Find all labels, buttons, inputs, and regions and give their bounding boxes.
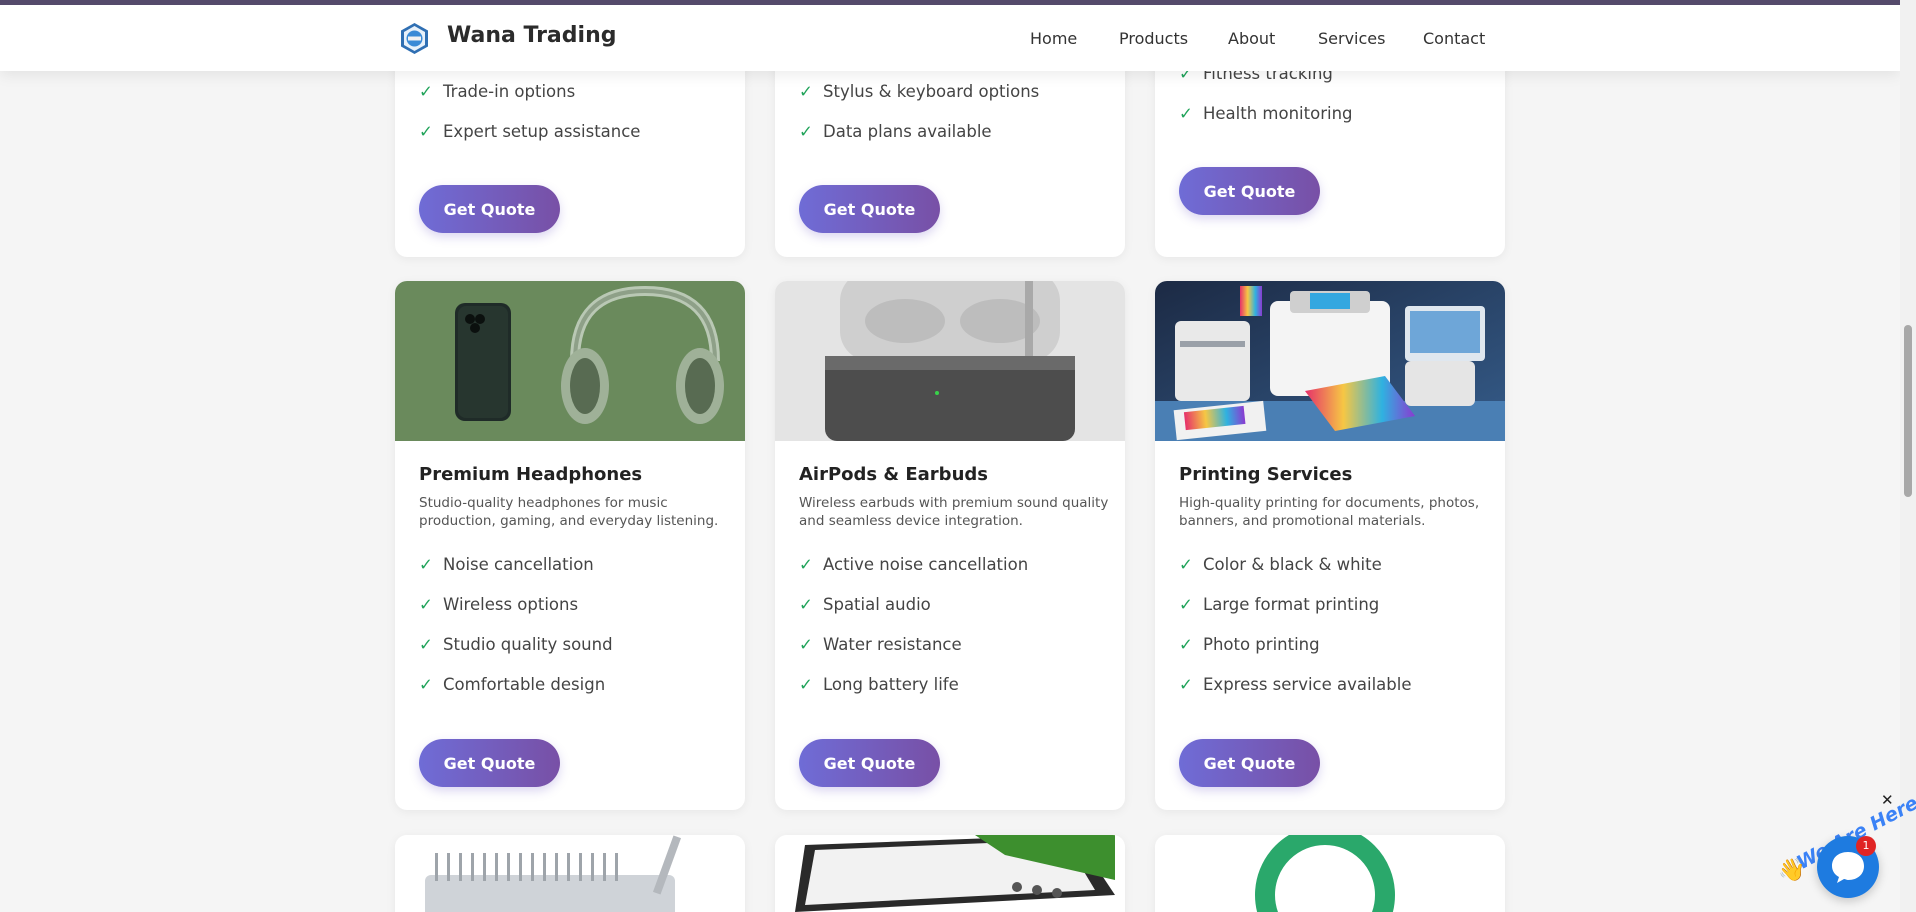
check-icon: ✓ (799, 595, 813, 614)
feature-item: ✓ Health monitoring (1179, 104, 1353, 123)
brand-name[interactable]: Wana Trading (447, 23, 616, 48)
feature-item: ✓ Long battery life (799, 675, 959, 694)
card-description: Studio-quality headphones for music prod… (419, 495, 719, 529)
feature-item: ✓ Wireless options (419, 595, 579, 614)
get-quote-button[interactable]: Get Quote (419, 185, 560, 233)
check-icon: ✓ (799, 555, 813, 574)
headphones-image (395, 281, 745, 441)
check-icon: ✓ (1179, 635, 1193, 654)
card-title: Premium Headphones (419, 464, 643, 485)
check-icon: ✓ (419, 122, 433, 141)
feature-item: ✓ Data plans available (799, 122, 992, 141)
product-card-binding (395, 835, 745, 912)
ring-graphic-image (1155, 835, 1505, 912)
check-icon: ✓ (1179, 555, 1193, 574)
get-quote-button[interactable]: Get Quote (1179, 739, 1320, 787)
product-card-printing: Printing Services High-quality printing … (1155, 281, 1505, 810)
product-card-other (1155, 835, 1505, 912)
feature-item: ✓ Color & black & white (1179, 555, 1382, 574)
card-title: AirPods & Earbuds (799, 464, 988, 485)
page-scrollbar[interactable] (1900, 0, 1916, 912)
feature-item: ✓ Water resistance (799, 635, 962, 654)
nav-about[interactable]: About (1228, 29, 1275, 48)
feature-item: ✓ Expert setup assistance (419, 122, 641, 141)
feature-item: ✓ Active noise cancellation (799, 555, 1029, 574)
check-icon: ✓ (1179, 104, 1193, 123)
binding-machine-image (395, 835, 745, 912)
nav-contact[interactable]: Contact (1423, 29, 1485, 48)
check-icon: ✓ (1179, 675, 1193, 694)
get-quote-button[interactable]: Get Quote (799, 185, 940, 233)
product-card-airpods: AirPods & Earbuds Wireless earbuds with … (775, 281, 1125, 810)
get-quote-button[interactable]: Get Quote (799, 739, 940, 787)
scrollbar-thumb[interactable] (1904, 325, 1912, 497)
laminator-image (775, 835, 1125, 912)
nav-products[interactable]: Products (1119, 29, 1188, 48)
check-icon: ✓ (419, 595, 433, 614)
site-header: Wana Trading Home Products About Service… (0, 5, 1900, 71)
product-card-laminator (775, 835, 1125, 912)
nav-home[interactable]: Home (1030, 29, 1077, 48)
chat-notification-badge: 1 (1856, 836, 1876, 856)
card-description: High-quality printing for documents, pho… (1179, 495, 1480, 529)
feature-item: ✓ Trade-in options (419, 82, 576, 101)
feature-item: ✓ Noise cancellation (419, 555, 594, 574)
feature-item: ✓ Photo printing (1179, 635, 1320, 654)
check-icon: ✓ (799, 675, 813, 694)
nav-services[interactable]: Services (1318, 29, 1385, 48)
feature-item: ✓ Spatial audio (799, 595, 931, 614)
check-icon: ✓ (799, 635, 813, 654)
check-icon: ✓ (419, 82, 433, 101)
printing-image (1155, 281, 1505, 441)
waving-hand-icon: 👋 (1778, 858, 1806, 883)
get-quote-button[interactable]: Get Quote (419, 739, 560, 787)
card-title: Printing Services (1179, 464, 1353, 485)
check-icon: ✓ (1179, 595, 1193, 614)
check-icon: ✓ (419, 635, 433, 654)
check-icon: ✓ (799, 82, 813, 101)
check-icon: ✓ (419, 555, 433, 574)
feature-item: ✓ Stylus & keyboard options (799, 82, 1040, 101)
feature-item: ✓ Express service available (1179, 675, 1412, 694)
feature-item: ✓ Large format printing (1179, 595, 1380, 614)
logo-icon[interactable] (398, 22, 431, 55)
check-icon: ✓ (419, 675, 433, 694)
card-description: Wireless earbuds with premium sound qual… (799, 495, 1109, 529)
get-quote-button[interactable]: Get Quote (1179, 167, 1320, 215)
check-icon: ✓ (799, 122, 813, 141)
airpods-image (775, 281, 1125, 441)
feature-item: ✓ Comfortable design (419, 675, 606, 694)
product-card-headphones: Premium Headphones Studio-quality headph… (395, 281, 745, 810)
top-accent-stripe (0, 0, 1916, 5)
feature-item: ✓ Studio quality sound (419, 635, 613, 654)
